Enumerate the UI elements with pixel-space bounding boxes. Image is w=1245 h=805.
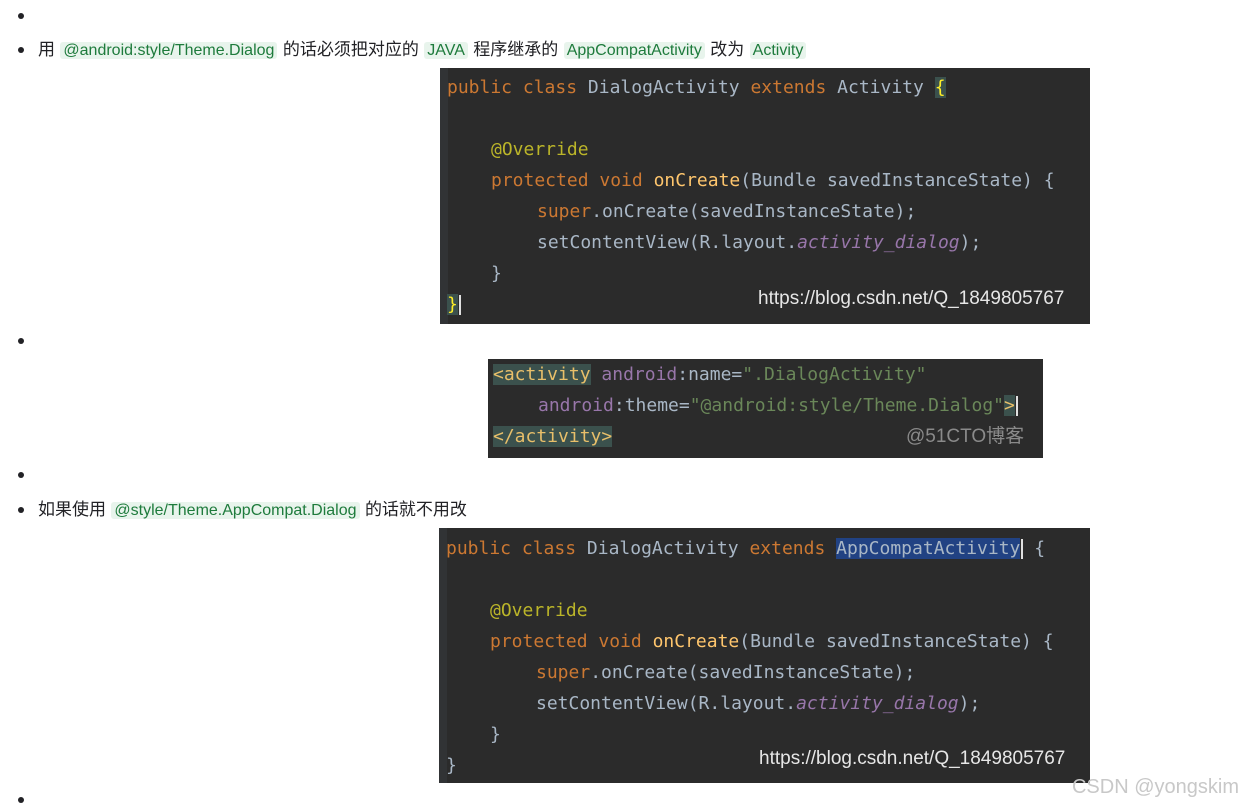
- image-watermark: https://blog.csdn.net/Q_1849805767: [759, 748, 1066, 769]
- list-item: 用 @android:style/Theme.Dialog 的话必须把对应的 J…: [38, 38, 807, 63]
- code-line: public class DialogActivity extends AppC…: [446, 538, 1046, 559]
- editor-gutter: [440, 68, 448, 324]
- inline-code: @android:style/Theme.Dialog: [60, 42, 278, 59]
- code-line: protected void onCreate(Bundle savedInst…: [490, 631, 1054, 652]
- text-segment: 程序继承的: [473, 40, 559, 60]
- code-line: setContentView(R.layout.activity_dialog)…: [537, 232, 982, 253]
- code-line: }: [491, 263, 502, 284]
- inline-code: @style/Theme.AppCompat.Dialog: [111, 502, 360, 519]
- text-segment: 改为: [710, 40, 745, 60]
- code-line: <activity android:name=".DialogActivity": [493, 364, 927, 385]
- list-item: 如果使用 @style/Theme.AppCompat.Dialog 的话就不用…: [38, 498, 467, 523]
- code-line: public class DialogActivity extends Acti…: [447, 77, 946, 98]
- inline-code: JAVA: [424, 42, 468, 59]
- text-segment: 用: [38, 40, 55, 60]
- list-bullet: [18, 507, 24, 513]
- inline-code: AppCompatActivity: [563, 42, 705, 59]
- code-line: }: [490, 724, 501, 745]
- code-line: protected void onCreate(Bundle savedInst…: [491, 170, 1055, 191]
- code-line: super.onCreate(savedInstanceState);: [537, 201, 917, 222]
- inline-code: Activity: [749, 42, 807, 59]
- code-line: setContentView(R.layout.activity_dialog)…: [536, 693, 981, 714]
- list-bullet: [18, 47, 24, 53]
- text-segment: 的话就不用改: [364, 500, 467, 520]
- list-bullet: [18, 472, 24, 478]
- list-bullet: [18, 797, 24, 803]
- code-screenshot-manifest: <activity android:name=".DialogActivity"…: [488, 359, 1043, 458]
- text-segment: 的话必须把对应的: [282, 40, 419, 60]
- code-line: }: [447, 293, 461, 317]
- code-line: </activity>: [493, 426, 613, 447]
- image-watermark: https://blog.csdn.net/Q_1849805767: [758, 288, 1065, 309]
- list-bullet: [18, 13, 24, 19]
- code-line: android:theme="@android:style/Theme.Dial…: [538, 394, 1018, 418]
- code-line: super.onCreate(savedInstanceState);: [536, 662, 916, 683]
- code-line: @Override: [491, 139, 589, 160]
- page-watermark: CSDN @yongskim: [1071, 776, 1239, 798]
- code-line: @Override: [490, 600, 588, 621]
- code-screenshot-activity: public class DialogActivity extends Acti…: [440, 68, 1090, 324]
- image-watermark: @51CTO博客: [906, 426, 1025, 447]
- text-segment: 如果使用: [38, 500, 106, 520]
- editor-gutter: [439, 528, 447, 783]
- list-bullet: [18, 338, 24, 344]
- code-screenshot-appcompat: public class DialogActivity extends AppC…: [439, 528, 1090, 783]
- code-line: }: [446, 755, 457, 776]
